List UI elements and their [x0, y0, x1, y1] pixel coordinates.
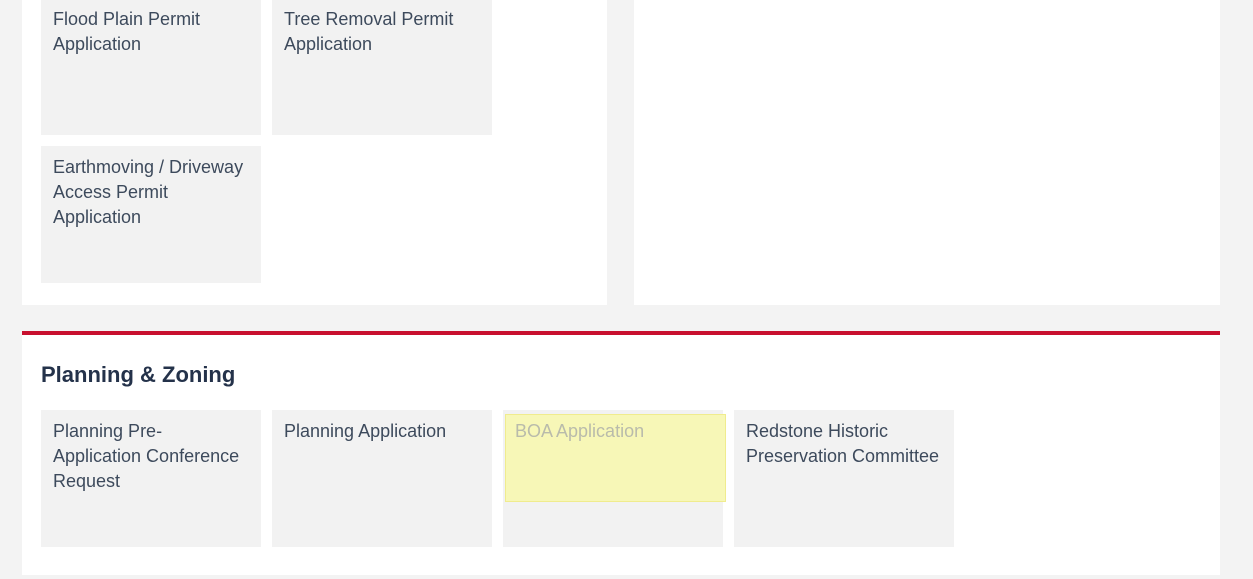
tile-label: Planning Application	[284, 421, 447, 441]
tile-boa-application[interactable]: BOA Application	[503, 410, 726, 547]
tile-label: Flood Plain Permit Application	[53, 9, 201, 54]
tile-label: Redstone Historic Preservation Committee	[746, 421, 940, 466]
tile-label: BOA Application	[515, 421, 645, 441]
tile-planning-pre-application[interactable]: Planning Pre-Application Conference Requ…	[41, 410, 261, 547]
tile-tree-removal-permit[interactable]: Tree Removal Permit Application	[272, 0, 492, 135]
tile-earthmoving-driveway-permit[interactable]: Earthmoving / Driveway Access Permit App…	[41, 146, 261, 283]
tile-planning-application[interactable]: Planning Application	[272, 410, 492, 547]
planning-zoning-panel: Planning & Zoning Planning Pre-Applicati…	[22, 331, 1220, 575]
tile-label: Planning Pre-Application Conference Requ…	[53, 421, 240, 491]
tile-redstone-historic-preservation[interactable]: Redstone Historic Preservation Committee	[734, 410, 954, 547]
right-panel	[634, 0, 1220, 305]
tile-flood-plain-permit[interactable]: Flood Plain Permit Application	[41, 0, 261, 135]
tile-label: Tree Removal Permit Application	[284, 9, 454, 54]
tile-label: Earthmoving / Driveway Access Permit App…	[53, 157, 244, 227]
section-title: Planning & Zoning	[41, 362, 236, 387]
permits-panel: Flood Plain Permit Application Tree Remo…	[22, 0, 607, 305]
